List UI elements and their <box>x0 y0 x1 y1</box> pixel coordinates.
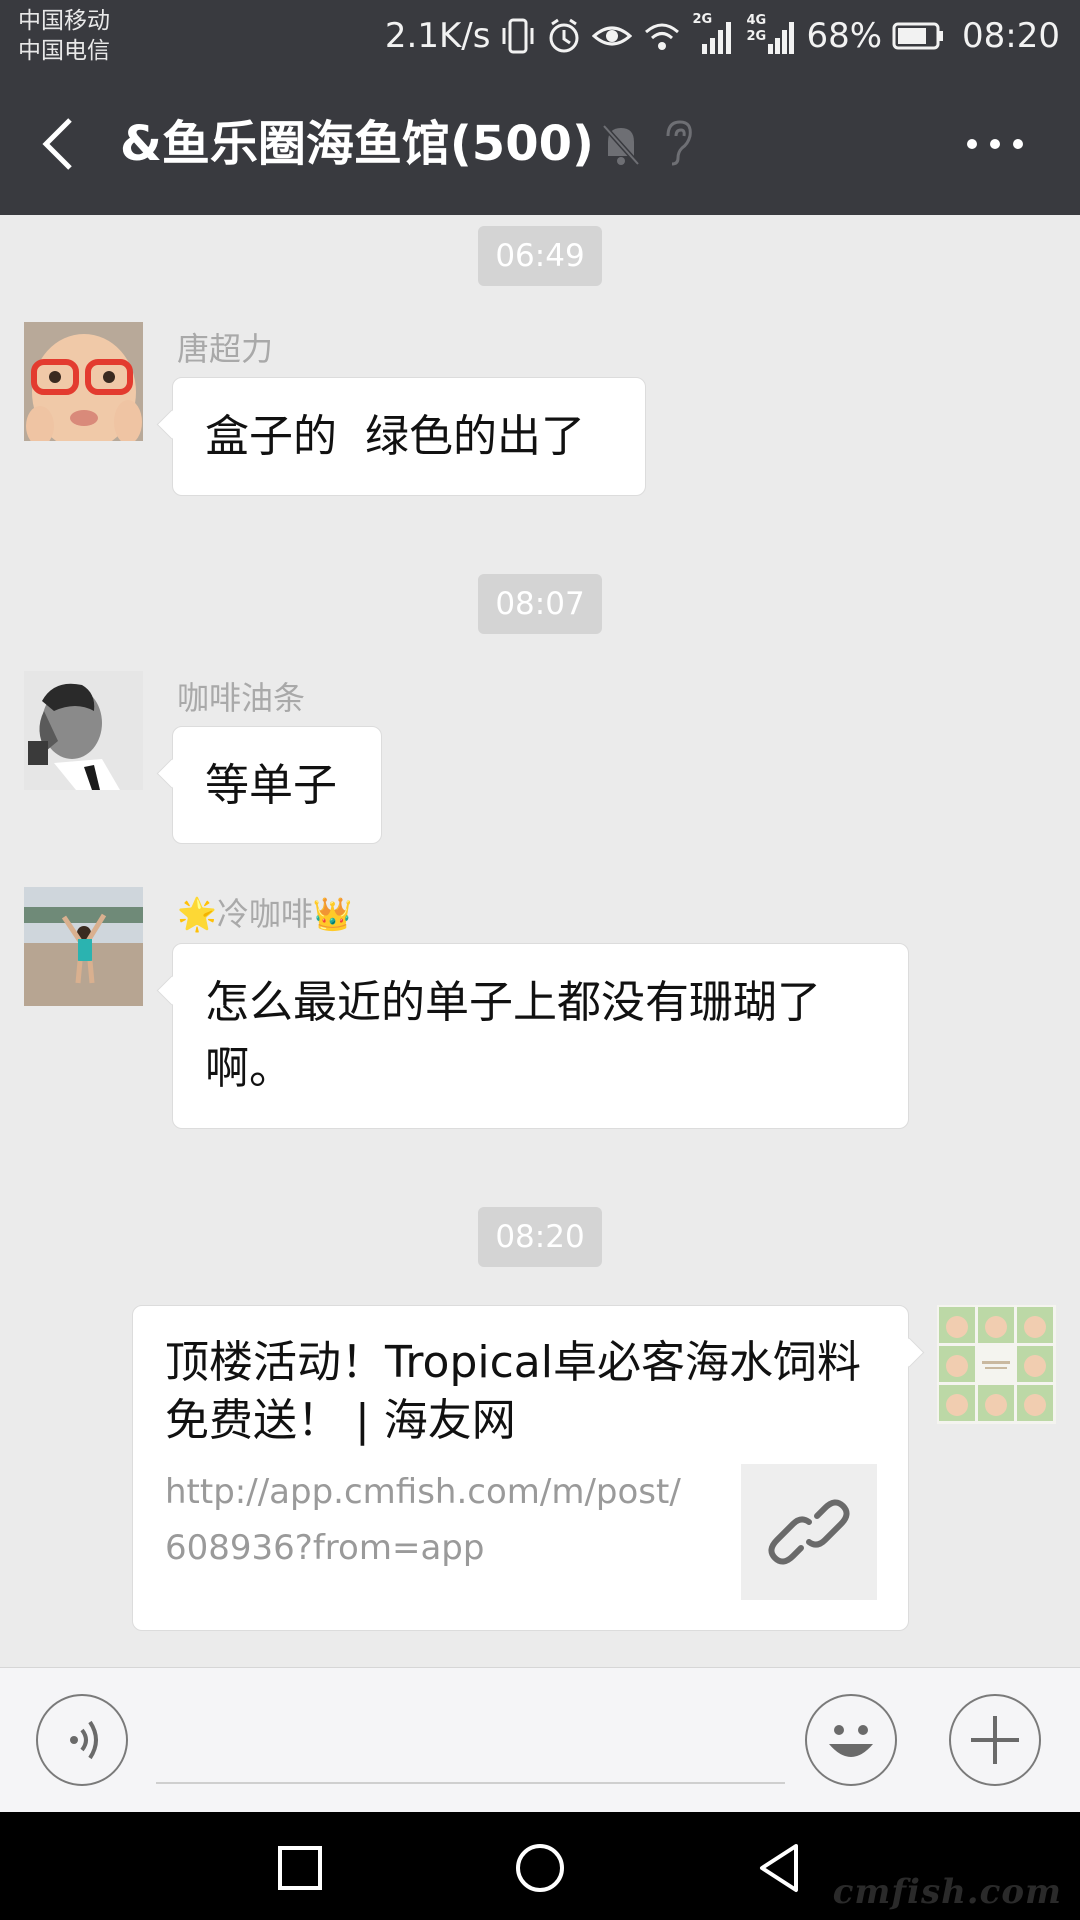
sender-name: 咖啡油条 <box>177 679 306 717</box>
sim1-tag: 2G <box>692 12 713 27</box>
more-dots-icon <box>967 139 1023 149</box>
battery-percent: 68% <box>806 16 883 56</box>
net-speed: 2.1K/s <box>384 16 491 56</box>
link-url: http://app.cmfish.com/m/post/608936?from… <box>165 1472 681 1568</box>
emoji-icon <box>829 1725 873 1757</box>
link-thumbnail <box>741 1464 877 1600</box>
back-nav-button[interactable] <box>750 1838 810 1898</box>
signal-icon: 2G <box>692 12 736 56</box>
message-bubble[interactable]: 盒子的 绿色的出了 <box>172 377 646 496</box>
avatar[interactable] <box>24 887 143 1006</box>
carrier-labels: 中国移动 中国电信 <box>18 6 110 66</box>
carrier-2: 中国电信 <box>18 38 110 64</box>
recents-button[interactable] <box>270 1838 330 1898</box>
triangle-back-icon <box>760 1844 798 1892</box>
clock: 08:20 <box>962 16 1060 56</box>
message-text: 盒子的 绿色的出了 <box>205 411 585 462</box>
message-text: 怎么最近的单子上都没有珊瑚了啊。 <box>205 977 821 1094</box>
star-emoji-icon: 🌟 <box>177 895 217 933</box>
crown-emoji-icon: 👑 <box>312 895 353 933</box>
plus-icon <box>971 1716 1019 1764</box>
emoji-button[interactable] <box>805 1694 897 1786</box>
mute-bell-icon <box>602 124 640 166</box>
message-bubble[interactable]: 怎么最近的单子上都没有珊瑚了啊。 <box>172 943 909 1129</box>
avatar[interactable] <box>24 322 143 441</box>
voice-button[interactable] <box>36 1694 128 1786</box>
avatar[interactable] <box>937 1305 1056 1424</box>
voice-icon <box>70 1720 98 1760</box>
ear-icon <box>666 120 692 166</box>
sender-name: 🌟冷咖啡👑 <box>177 895 353 933</box>
watermark: cmfish.com <box>832 1872 1062 1912</box>
message-input[interactable] <box>156 1704 785 1784</box>
vibrate-icon <box>500 16 536 56</box>
avatar[interactable] <box>24 671 143 790</box>
status-bar: 中国移动 中国电信 2.1K/s 2G 4G 2G 68% 08:20 <box>0 0 1080 72</box>
chat-title: &鱼乐圈海鱼馆(500) <box>120 116 594 172</box>
square-recents-icon <box>278 1846 322 1890</box>
battery-icon <box>892 21 946 51</box>
more-button[interactable] <box>960 122 1030 166</box>
carrier-1: 中国移动 <box>18 8 110 34</box>
back-button[interactable] <box>36 116 86 172</box>
plus-button[interactable] <box>949 1694 1041 1786</box>
input-bar <box>0 1667 1080 1812</box>
navigation-bar: cmfish.com <box>0 1812 1080 1920</box>
alarm-icon <box>546 16 582 56</box>
timestamp-badge: 08:20 <box>478 1207 602 1267</box>
link-icon <box>768 1499 850 1565</box>
timestamp-badge: 08:07 <box>478 574 602 634</box>
link-card[interactable]: 顶楼活动！Tropical卓必客海水饲料免费送！ | 海友网 http://ap… <box>132 1305 909 1631</box>
link-title: 顶楼活动！Tropical卓必客海水饲料免费送！ | 海友网 <box>165 1337 861 1446</box>
home-button[interactable] <box>510 1838 570 1898</box>
status-icons: 2.1K/s 2G 4G 2G 68% 08:20 <box>385 12 1060 60</box>
sim2-tag-bottom: 2G <box>746 29 767 44</box>
message-bubble[interactable]: 等单子 <box>172 726 382 844</box>
sender-name: 唐超力 <box>177 330 274 368</box>
eye-icon <box>592 16 633 56</box>
signal-icon: 4G 2G <box>746 13 796 56</box>
back-arrow-icon <box>42 118 72 170</box>
sim2-tag-top: 4G <box>746 13 767 28</box>
wifi-icon <box>642 16 682 56</box>
timestamp-badge: 06:49 <box>478 226 602 286</box>
chat-header: &鱼乐圈海鱼馆(500) <box>0 72 1080 215</box>
circle-home-icon <box>516 1844 564 1892</box>
message-text: 等单子 <box>205 760 337 811</box>
